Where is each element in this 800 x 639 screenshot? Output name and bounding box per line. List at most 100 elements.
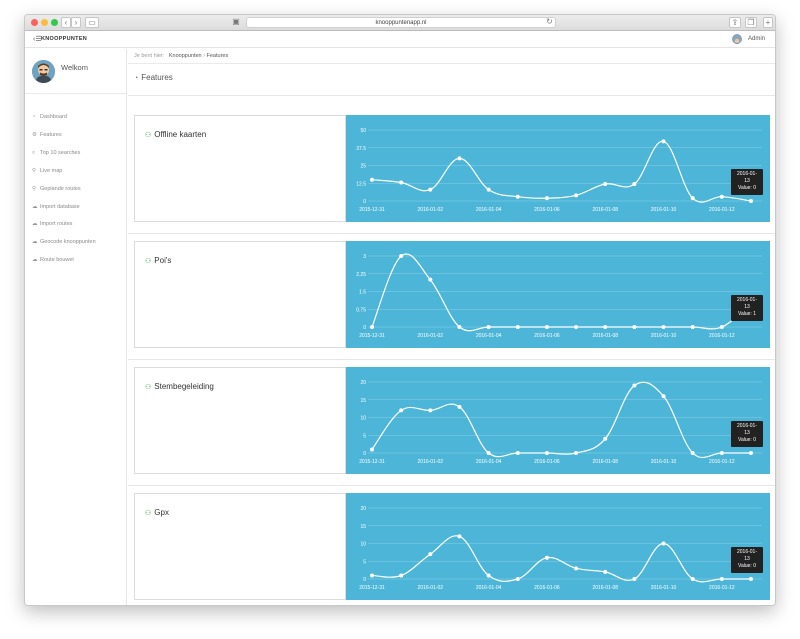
data-point[interactable] [399, 573, 404, 578]
data-point[interactable] [574, 193, 579, 198]
tooltip-date: 2016-01-13 [736, 549, 757, 562]
data-point[interactable] [515, 325, 520, 329]
data-point[interactable] [574, 325, 579, 329]
data-point[interactable] [632, 383, 637, 388]
data-point[interactable] [632, 577, 637, 581]
data-point[interactable] [749, 199, 753, 203]
chart-tooltip: 2016-01-13 Value: 0 [731, 421, 763, 447]
avatar [32, 60, 55, 83]
data-point[interactable] [486, 451, 491, 455]
admin-username[interactable]: Admin [748, 36, 765, 42]
data-point[interactable] [603, 181, 608, 186]
y-tick-label: 10 [360, 416, 366, 422]
data-point[interactable] [749, 577, 753, 581]
sidebar-item-features[interactable]: ⚙ Features [32, 132, 62, 138]
privacy-icon[interactable]: ▣ [231, 17, 241, 28]
data-point[interactable] [719, 577, 724, 581]
zoom-window-button[interactable] [51, 19, 58, 26]
data-point[interactable] [603, 569, 608, 574]
data-point[interactable] [690, 451, 695, 455]
x-tick-label: 2016-01-04 [476, 333, 502, 339]
chart-offline-kaarten[interactable]: 0 12.5 25 37.5 50 2015-12-31 2016-01-02 2016-01… [346, 115, 770, 222]
sidebar-item-route-bouwer[interactable]: ☁ Route bouwer [32, 257, 74, 263]
data-point[interactable] [428, 408, 433, 413]
admin-avatar[interactable] [732, 34, 742, 44]
data-point[interactable] [457, 404, 462, 409]
data-point[interactable] [574, 566, 579, 571]
data-point[interactable] [428, 187, 433, 192]
data-point[interactable] [690, 325, 695, 329]
tooltip-date: 2016-01-13 [736, 297, 757, 310]
data-point[interactable] [544, 196, 549, 201]
chart-svg: 0 5 10 15 20 2015-12-31 2016-01-02 2016-01-04 20… [359, 380, 762, 465]
chart-gpx[interactable]: 0 5 10 15 20 2015-12-31 2016-01-02 2016-01-04 20… [346, 493, 770, 600]
forward-button[interactable]: › [71, 17, 81, 28]
data-point[interactable] [457, 325, 462, 329]
sidebar-item-top-10-searches[interactable]: ⌕ Top 10 searches [32, 150, 80, 157]
data-point[interactable] [370, 573, 374, 578]
breadcrumb: Je bent hier: Knooppunten › Features [134, 53, 228, 59]
data-point[interactable] [544, 325, 549, 329]
new-tab-button[interactable]: + [763, 17, 773, 28]
sidebar-item-import-database[interactable]: ☁ Import database [32, 204, 80, 210]
data-point[interactable] [515, 451, 520, 455]
data-point[interactable] [486, 187, 491, 192]
data-point[interactable] [457, 534, 462, 539]
data-point[interactable] [515, 577, 520, 581]
sidebar-item-geocode-knooppunten[interactable]: ☁ Geocode knooppunten [32, 239, 96, 245]
data-point[interactable] [428, 277, 433, 282]
y-tick-label: 50 [360, 128, 366, 134]
reload-icon[interactable]: ↻ [545, 17, 554, 28]
data-point[interactable] [719, 325, 724, 329]
data-point[interactable] [399, 408, 404, 413]
data-point[interactable] [603, 436, 608, 441]
share-icon[interactable]: ⇪ [729, 17, 741, 28]
data-point[interactable] [428, 552, 433, 557]
chart-poi-s[interactable]: 0 0.75 1.5 2.25 3 2015-12-31 2016-01-02 2016-01… [346, 241, 770, 348]
data-point[interactable] [486, 573, 491, 578]
data-point[interactable] [515, 194, 520, 199]
data-point[interactable] [574, 451, 579, 455]
data-point[interactable] [661, 394, 666, 399]
x-tick-label: 2016-01-02 [418, 585, 444, 591]
close-window-button[interactable] [31, 19, 38, 26]
data-point[interactable] [632, 181, 637, 186]
data-point[interactable] [661, 139, 666, 144]
data-point[interactable] [370, 447, 374, 452]
data-point[interactable] [661, 541, 666, 546]
back-button[interactable]: ‹ [61, 17, 71, 28]
sidebar-item-dashboard[interactable]: ◔ Dashboard [32, 114, 67, 120]
data-point[interactable] [486, 325, 491, 329]
data-point[interactable] [399, 180, 404, 185]
y-tick-label: 15 [360, 524, 366, 530]
sidebar-item-label: Import routes [40, 221, 73, 228]
data-point[interactable] [544, 451, 549, 455]
data-point[interactable] [690, 577, 695, 581]
app-header: ‹☰ KNOOPPUNTEN Admin [25, 31, 775, 48]
data-point[interactable] [690, 196, 695, 201]
data-point[interactable] [661, 325, 666, 329]
sidebar-item-import-routes[interactable]: ☁ Import routes [32, 221, 72, 227]
minimize-window-button[interactable] [41, 19, 48, 26]
x-tick-label: 2016-01-06 [534, 333, 560, 339]
tabs-icon[interactable]: ❐ [745, 17, 757, 28]
sidebar-item-geplande-routes[interactable]: ⚲ Geplande routes [32, 186, 81, 192]
data-point[interactable] [457, 156, 462, 161]
sidebar-item-live-map[interactable]: ⚲ Live map [32, 168, 62, 174]
data-point[interactable] [719, 451, 724, 455]
data-point[interactable] [544, 555, 549, 560]
y-tick-label: 2.25 [356, 272, 366, 278]
data-point[interactable] [370, 325, 374, 329]
breadcrumb-item-knooppunten[interactable]: Knooppunten [169, 53, 202, 59]
data-point[interactable] [399, 254, 404, 258]
x-tick-label: 2016-01-06 [534, 459, 560, 465]
data-point[interactable] [719, 194, 724, 199]
data-point[interactable] [370, 177, 374, 182]
cloud-upload-icon: ☁ [32, 257, 38, 264]
data-point[interactable] [632, 325, 637, 329]
sidebar-toggle-icon[interactable]: ▭ [85, 17, 99, 28]
chart-stembegeleiding[interactable]: 0 5 10 15 20 2015-12-31 2016-01-02 2016-01-04 20… [346, 367, 770, 474]
data-point[interactable] [749, 451, 753, 455]
data-point[interactable] [603, 325, 608, 329]
address-bar[interactable]: knooppuntenapp.nl [246, 17, 556, 28]
